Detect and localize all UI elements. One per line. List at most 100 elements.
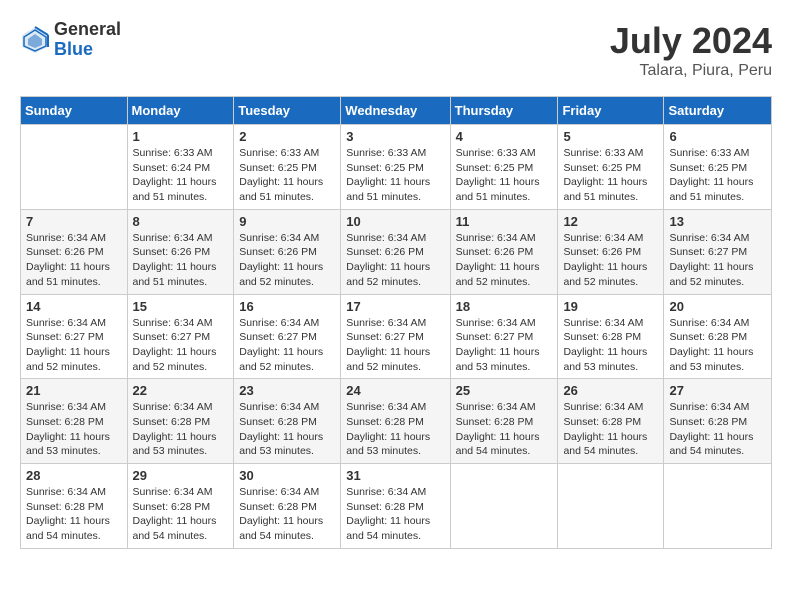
calendar-cell [664,464,772,549]
calendar-cell: 4 Sunrise: 6:33 AM Sunset: 6:25 PM Daylig… [450,125,558,210]
day-info: Sunrise: 6:33 AM Sunset: 6:25 PM Dayligh… [456,146,553,205]
day-number: 17 [346,299,444,314]
logo-general: General [54,20,121,40]
header-sunday: Sunday [21,97,128,125]
day-number: 18 [456,299,553,314]
day-info: Sunrise: 6:34 AM Sunset: 6:26 PM Dayligh… [133,231,229,290]
calendar-cell: 11 Sunrise: 6:34 AM Sunset: 6:26 PM Dayli… [450,209,558,294]
calendar-cell: 28 Sunrise: 6:34 AM Sunset: 6:28 PM Dayli… [21,464,128,549]
day-number: 26 [563,383,658,398]
calendar-cell: 19 Sunrise: 6:34 AM Sunset: 6:28 PM Dayli… [558,294,664,379]
week-row-3: 14 Sunrise: 6:34 AM Sunset: 6:27 PM Dayli… [21,294,772,379]
day-number: 15 [133,299,229,314]
day-number: 19 [563,299,658,314]
location: Talara, Piura, Peru [610,62,772,80]
day-number: 7 [26,214,122,229]
calendar-cell: 25Sunrise: 6:34 AM Sunset: 6:28 PM Dayli… [450,379,558,464]
day-info: Sunrise: 6:34 AM Sunset: 6:28 PM Dayligh… [563,316,658,375]
day-info: Sunrise: 6:34 AM Sunset: 6:26 PM Dayligh… [563,231,658,290]
calendar-cell: 8 Sunrise: 6:34 AM Sunset: 6:26 PM Daylig… [127,209,234,294]
day-info: Sunrise: 6:34 AM Sunset: 6:26 PM Dayligh… [346,231,444,290]
day-number: 10 [346,214,444,229]
calendar-cell: 5Sunrise: 6:33 AM Sunset: 6:25 PM Daylig… [558,125,664,210]
day-info: Sunrise: 6:34 AM Sunset: 6:28 PM Dayligh… [133,400,229,459]
day-number: 23 [239,383,335,398]
day-number: 27 [669,383,766,398]
calendar-cell: 31Sunrise: 6:34 AM Sunset: 6:28 PM Dayli… [341,464,450,549]
day-number: 22 [133,383,229,398]
day-number: 3 [346,129,444,144]
calendar-cell: 13 Sunrise: 6:34 AM Sunset: 6:27 PM Dayli… [664,209,772,294]
calendar-cell: 9Sunrise: 6:34 AM Sunset: 6:26 PM Daylig… [234,209,341,294]
calendar-cell: 16 Sunrise: 6:34 AM Sunset: 6:27 PM Dayli… [234,294,341,379]
header-saturday: Saturday [664,97,772,125]
day-info: Sunrise: 6:34 AM Sunset: 6:28 PM Dayligh… [26,400,122,459]
day-number: 31 [346,468,444,483]
calendar-cell: 10 Sunrise: 6:34 AM Sunset: 6:26 PM Dayli… [341,209,450,294]
header-friday: Friday [558,97,664,125]
day-number: 4 [456,129,553,144]
week-row-4: 21Sunrise: 6:34 AM Sunset: 6:28 PM Dayli… [21,379,772,464]
header-thursday: Thursday [450,97,558,125]
day-number: 20 [669,299,766,314]
week-row-1: 1Sunrise: 6:33 AM Sunset: 6:24 PM Daylig… [21,125,772,210]
day-number: 8 [133,214,229,229]
calendar-cell: 27 Sunrise: 6:34 AM Sunset: 6:28 PM Dayli… [664,379,772,464]
day-info: Sunrise: 6:34 AM Sunset: 6:28 PM Dayligh… [133,485,229,544]
calendar-cell: 1Sunrise: 6:33 AM Sunset: 6:24 PM Daylig… [127,125,234,210]
day-info: Sunrise: 6:33 AM Sunset: 6:25 PM Dayligh… [669,146,766,205]
day-info: Sunrise: 6:33 AM Sunset: 6:25 PM Dayligh… [239,146,335,205]
logo-text: General Blue [54,20,121,60]
day-info: Sunrise: 6:34 AM Sunset: 6:27 PM Dayligh… [346,316,444,375]
calendar-header-row: SundayMondayTuesdayWednesdayThursdayFrid… [21,97,772,125]
day-number: 30 [239,468,335,483]
day-number: 29 [133,468,229,483]
day-info: Sunrise: 6:33 AM Sunset: 6:24 PM Dayligh… [133,146,229,205]
day-number: 28 [26,468,122,483]
calendar-cell: 15 Sunrise: 6:34 AM Sunset: 6:27 PM Dayli… [127,294,234,379]
calendar-cell [450,464,558,549]
title-block: July 2024 Talara, Piura, Peru [610,20,772,80]
day-info: Sunrise: 6:34 AM Sunset: 6:27 PM Dayligh… [456,316,553,375]
day-number: 13 [669,214,766,229]
calendar-cell: 18 Sunrise: 6:34 AM Sunset: 6:27 PM Dayli… [450,294,558,379]
calendar-cell: 26 Sunrise: 6:34 AM Sunset: 6:28 PM Dayli… [558,379,664,464]
day-number: 16 [239,299,335,314]
header-monday: Monday [127,97,234,125]
day-info: Sunrise: 6:34 AM Sunset: 6:28 PM Dayligh… [239,485,335,544]
calendar-cell [21,125,128,210]
calendar-cell [558,464,664,549]
day-info: Sunrise: 6:34 AM Sunset: 6:27 PM Dayligh… [26,316,122,375]
day-number: 2 [239,129,335,144]
week-row-2: 7 Sunrise: 6:34 AM Sunset: 6:26 PM Daylig… [21,209,772,294]
day-info: Sunrise: 6:34 AM Sunset: 6:27 PM Dayligh… [133,316,229,375]
day-info: Sunrise: 6:34 AM Sunset: 6:28 PM Dayligh… [563,400,658,459]
day-number: 11 [456,214,553,229]
calendar-cell: 14 Sunrise: 6:34 AM Sunset: 6:27 PM Dayli… [21,294,128,379]
calendar-cell: 17 Sunrise: 6:34 AM Sunset: 6:27 PM Dayli… [341,294,450,379]
calendar-cell: 23Sunrise: 6:34 AM Sunset: 6:28 PM Dayli… [234,379,341,464]
day-number: 12 [563,214,658,229]
day-number: 24 [346,383,444,398]
calendar-cell: 22 Sunrise: 6:34 AM Sunset: 6:28 PM Dayli… [127,379,234,464]
calendar-cell: 3 Sunrise: 6:33 AM Sunset: 6:25 PM Daylig… [341,125,450,210]
logo-icon [20,25,50,55]
day-number: 6 [669,129,766,144]
day-info: Sunrise: 6:34 AM Sunset: 6:27 PM Dayligh… [669,231,766,290]
month-title: July 2024 [610,20,772,62]
calendar-cell: 2 Sunrise: 6:33 AM Sunset: 6:25 PM Daylig… [234,125,341,210]
day-info: Sunrise: 6:34 AM Sunset: 6:27 PM Dayligh… [239,316,335,375]
calendar-cell: 20Sunrise: 6:34 AM Sunset: 6:28 PM Dayli… [664,294,772,379]
day-info: Sunrise: 6:34 AM Sunset: 6:28 PM Dayligh… [346,400,444,459]
calendar-cell: 24 Sunrise: 6:34 AM Sunset: 6:28 PM Dayli… [341,379,450,464]
day-info: Sunrise: 6:33 AM Sunset: 6:25 PM Dayligh… [346,146,444,205]
logo: General Blue [20,20,121,60]
day-info: Sunrise: 6:34 AM Sunset: 6:28 PM Dayligh… [26,485,122,544]
day-info: Sunrise: 6:34 AM Sunset: 6:26 PM Dayligh… [239,231,335,290]
day-info: Sunrise: 6:34 AM Sunset: 6:28 PM Dayligh… [669,400,766,459]
header-wednesday: Wednesday [341,97,450,125]
day-number: 14 [26,299,122,314]
logo-blue: Blue [54,40,121,60]
calendar-cell: 7Sunrise: 6:34 AM Sunset: 6:26 PM Daylig… [21,209,128,294]
day-info: Sunrise: 6:34 AM Sunset: 6:26 PM Dayligh… [456,231,553,290]
